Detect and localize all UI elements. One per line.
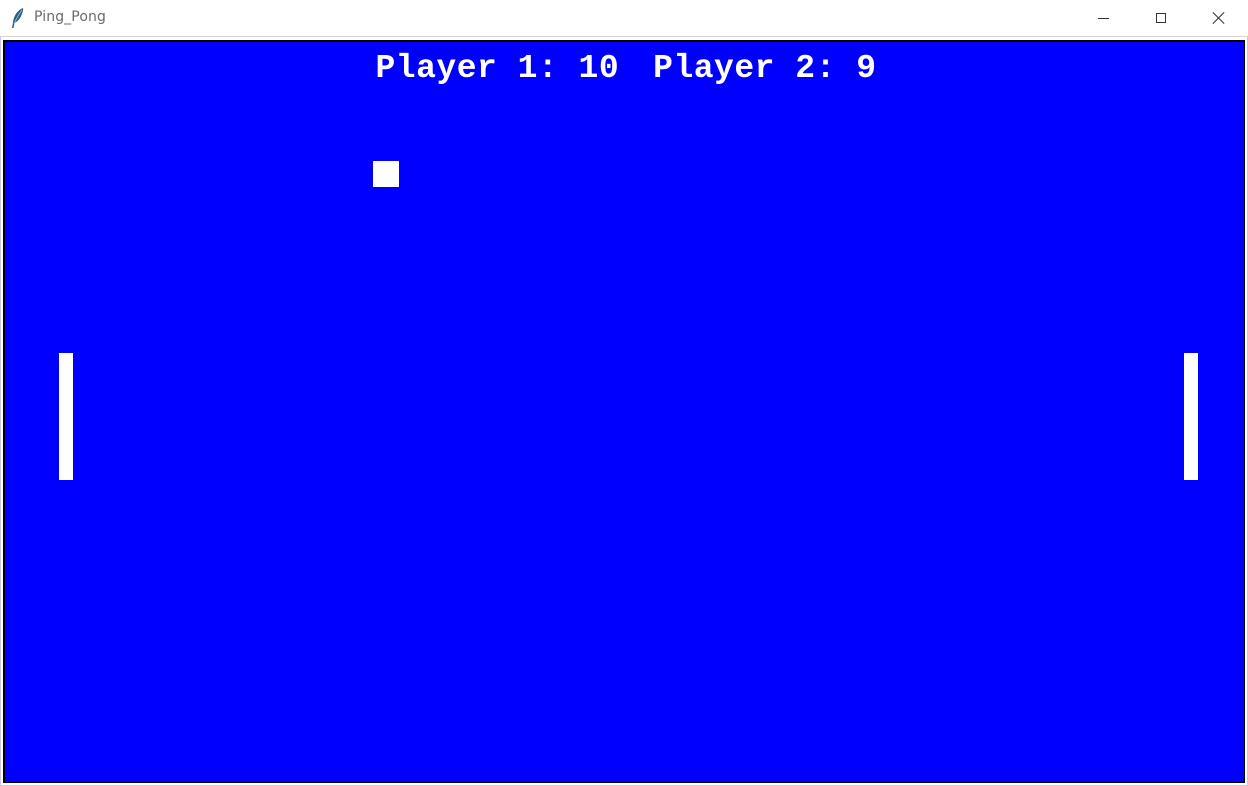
app-window: Ping_Pong Player 1: 10 Player 2: 9 bbox=[0, 0, 1248, 786]
maximize-icon bbox=[1156, 13, 1166, 23]
ball bbox=[373, 161, 399, 187]
left-paddle bbox=[59, 353, 73, 480]
player1-score: 10 bbox=[578, 50, 620, 87]
player2-score: 9 bbox=[856, 50, 877, 87]
scoreboard: Player 1: 10 Player 2: 9 bbox=[5, 50, 1247, 87]
maximize-button[interactable] bbox=[1132, 0, 1190, 36]
minimize-icon bbox=[1097, 17, 1109, 19]
window-title: Ping_Pong bbox=[34, 9, 106, 25]
right-paddle bbox=[1184, 353, 1198, 480]
player2-label: Player 2: bbox=[653, 50, 836, 87]
feather-icon bbox=[12, 8, 24, 28]
player1-label: Player 1: bbox=[375, 50, 559, 87]
close-button[interactable] bbox=[1190, 0, 1248, 36]
close-icon bbox=[1212, 11, 1226, 25]
title-bar[interactable]: Ping_Pong bbox=[0, 0, 1248, 36]
game-canvas[interactable]: Player 1: 10 Player 2: 9 bbox=[3, 40, 1245, 783]
minimize-button[interactable] bbox=[1074, 0, 1132, 36]
